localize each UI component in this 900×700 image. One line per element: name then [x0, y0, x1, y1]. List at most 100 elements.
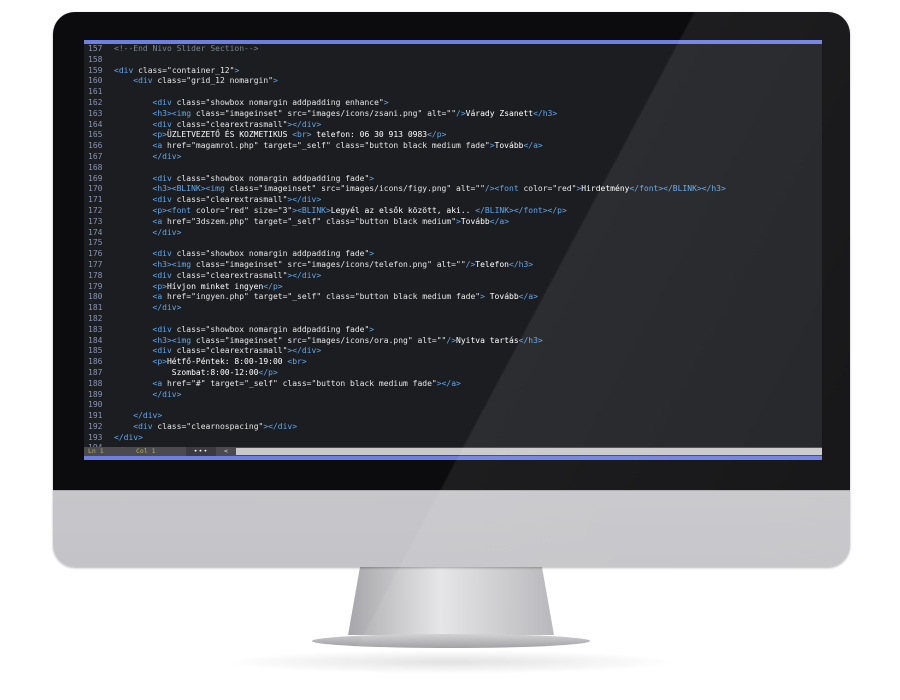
code-token: </div>: [152, 151, 182, 161]
line-number: 171: [88, 195, 103, 205]
code-line[interactable]: 183 <div class="showbox nomargin addpadd…: [84, 325, 822, 336]
scroll-left-icon[interactable]: <: [224, 447, 228, 456]
code-line[interactable]: 159 <div class="container_12">: [84, 66, 822, 77]
code-line[interactable]: 167 </div>: [84, 152, 822, 163]
code-token: />: [456, 108, 466, 118]
code-token: <!--End Nivo Slider Section-->: [114, 44, 259, 53]
code-token: "_self": [287, 216, 326, 226]
code-line[interactable]: 185 <div class="clearextrasmall"></div>: [84, 346, 822, 357]
code-line[interactable]: 169 <div class="showbox nomargin addpadd…: [84, 174, 822, 185]
code-line[interactable]: 166 <a href="magamrol.php" target="_self…: [84, 141, 822, 152]
line-number: 191: [88, 411, 103, 421]
code-area[interactable]: 157 <!--End Nivo Slider Section--> 158 159 <…: [84, 44, 822, 447]
code-line[interactable]: 187 Szombat:8:00-12:00</p>: [84, 368, 822, 379]
code-token: "showbox nomargin addpadding enhance": [205, 97, 384, 107]
code-token: >: [272, 76, 278, 86]
monitor-base-shadow: [220, 650, 680, 674]
code-token: <p>: [152, 357, 167, 367]
code-token: "images/icons/ora.png": [306, 335, 418, 345]
code-line[interactable]: 171 <div class="clearextrasmall"></div>: [84, 195, 822, 206]
code-line[interactable]: 172 <p><font color="red" size="3"><BLINK…: [84, 206, 822, 217]
code-token: <a: [152, 292, 167, 302]
code-token: <BLINK>: [171, 184, 206, 194]
line-number: 168: [88, 162, 103, 172]
code-token: class=: [176, 173, 206, 183]
monitor-stand: [348, 567, 554, 635]
code-line[interactable]: 160 <div class="grid_12 nomargin">: [84, 76, 822, 87]
line-number: 177: [88, 259, 103, 269]
code-line[interactable]: 175: [84, 238, 822, 249]
code-token: color=: [523, 184, 553, 194]
code-line[interactable]: 188 <a href="#" target="_self" class="bu…: [84, 379, 822, 390]
code-token: "button black medium fade": [364, 141, 490, 151]
code-token: "clearextrasmall": [205, 195, 288, 205]
line-number: 190: [88, 400, 103, 410]
code-token: class=: [282, 378, 312, 388]
code-line[interactable]: 163 <h3><img class="imageinset" src="ima…: [84, 109, 822, 120]
code-line[interactable]: 170 <h3><BLINK><img class="imageinset" s…: [84, 184, 822, 195]
cursor-line-indicator[interactable]: Ln 1: [88, 447, 104, 456]
code-token: "images/icons/zsani.png": [306, 108, 428, 118]
code-token: <h3>: [152, 108, 172, 118]
line-number: 165: [88, 130, 103, 140]
code-line[interactable]: 191 </div>: [84, 411, 822, 422]
code-token: Telefon: [475, 259, 509, 269]
code-line[interactable]: 168: [84, 163, 822, 174]
code-line[interactable]: 164 <div class="clearextrasmall"></div>: [84, 120, 822, 131]
code-token: "": [475, 184, 485, 194]
code-token: />: [484, 184, 495, 194]
code-line[interactable]: 182: [84, 314, 822, 325]
code-line[interactable]: 176 <div class="showbox nomargin addpadd…: [84, 249, 822, 260]
code-token: "red": [552, 184, 577, 194]
code-token: <h3>: [152, 335, 172, 345]
code-line[interactable]: 161: [84, 87, 822, 98]
code-token: <div: [152, 97, 177, 107]
code-line[interactable]: 190: [84, 400, 822, 411]
code-token: "": [446, 108, 457, 118]
code-line[interactable]: 178 <div class="clearextrasmall"></div>: [84, 271, 822, 282]
code-line[interactable]: 165 <p>ÜZLETVEZETŐ ÉS KOZMETIKUS <br> te…: [84, 130, 822, 141]
code-token: Hívjon minket ingyen: [166, 281, 264, 291]
code-line[interactable]: 193 </div>: [84, 433, 822, 444]
code-token: <h3>: [152, 184, 172, 194]
code-line[interactable]: 162 <div class="showbox nomargin addpadd…: [84, 98, 822, 109]
code-line[interactable]: 177 <h3><img class="imageinset" src="ima…: [84, 260, 822, 271]
line-number: 186: [88, 357, 103, 367]
code-token: <div: [152, 195, 177, 205]
code-line[interactable]: 189 </div>: [84, 390, 822, 401]
code-line[interactable]: 179 <p>Hívjon minket ingyen</p>: [84, 282, 822, 293]
code-token: <p>: [152, 281, 167, 291]
code-line[interactable]: 181 </div>: [84, 303, 822, 314]
code-token: target=: [210, 378, 245, 388]
code-line[interactable]: 173 <a href="3dszem.php" target="_self" …: [84, 217, 822, 228]
horizontal-scrollbar[interactable]: [236, 448, 822, 455]
code-token: <p>: [152, 205, 167, 215]
code-line[interactable]: 180 <a href="ingyen.php" target="_self" …: [84, 292, 822, 303]
code-token: "imageinset": [224, 259, 288, 269]
code-token: <a: [152, 216, 167, 226]
code-token: href=: [166, 141, 192, 151]
cursor-column-indicator[interactable]: Col 1: [136, 447, 156, 456]
code-token: Várady Zsanett: [465, 108, 534, 118]
line-number: 185: [88, 346, 103, 356]
code-token: src=: [321, 184, 341, 194]
code-line[interactable]: 186 <p>Hétfő-Péntek: 8:00-19:00 <br>: [84, 357, 822, 368]
more-options-button[interactable]: •••: [186, 447, 216, 456]
code-line[interactable]: 158: [84, 55, 822, 66]
code-token: />: [446, 335, 457, 345]
code-line[interactable]: 174 </div>: [84, 228, 822, 239]
code-line[interactable]: 184 <h3><img class="imageinset" src="ima…: [84, 336, 822, 347]
code-token: >: [383, 97, 389, 107]
code-line[interactable]: 157 <!--End Nivo Slider Section-->: [84, 44, 822, 55]
code-line[interactable]: 192 <div class="clearnospacing"></div>: [84, 422, 822, 433]
line-number: 158: [88, 54, 103, 64]
